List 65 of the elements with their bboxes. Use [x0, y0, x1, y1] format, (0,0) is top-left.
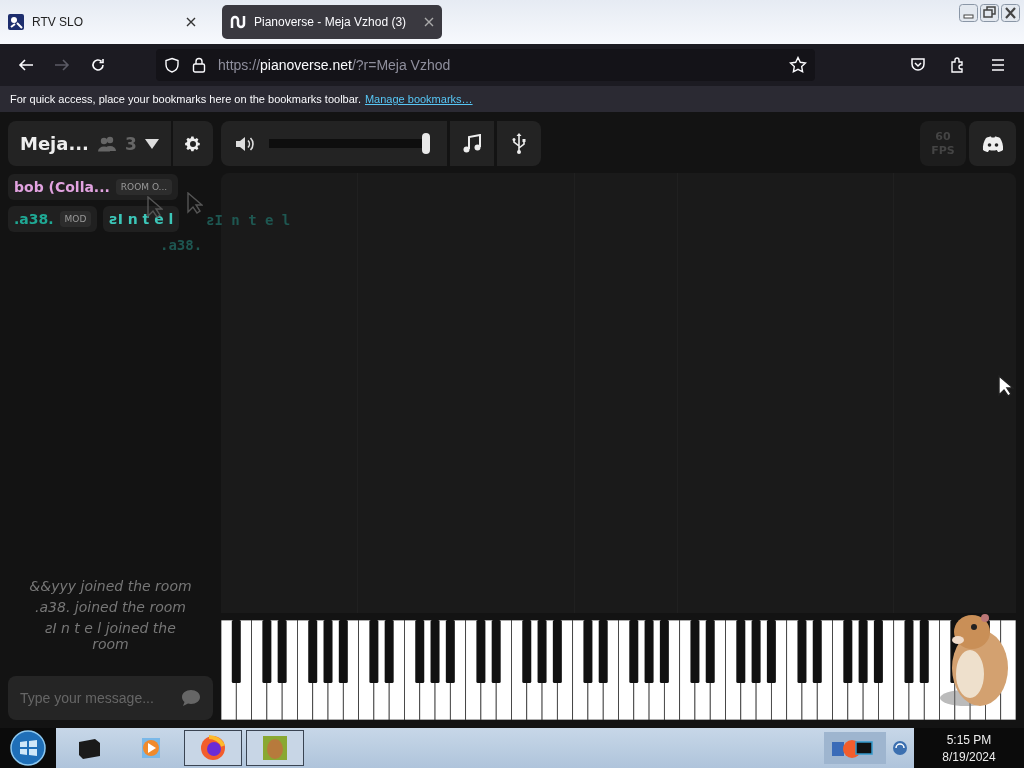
chat-message: ƨI n t e l joined the room	[44, 620, 177, 652]
chat-message: &&yyy joined the room	[29, 578, 192, 594]
message-field[interactable]: Type your message...	[8, 676, 213, 720]
clock[interactable]: 5:15 PM 8/19/2024	[914, 728, 1024, 768]
chat-message: .a38. joined the room	[35, 599, 186, 615]
cursor-label: ƨI n t e l	[206, 212, 291, 228]
room-selector[interactable]: Meja... 3	[8, 121, 171, 166]
tray-icons[interactable]	[824, 732, 886, 764]
settings-button[interactable]	[172, 121, 213, 166]
start-orb-icon	[10, 730, 46, 766]
close-icon[interactable]	[186, 17, 196, 27]
volume-control[interactable]	[221, 121, 447, 166]
usb-button[interactable]	[497, 121, 541, 166]
bookmarks-hint: For quick access, place your bookmarks here on the bookmarks toolbar.	[10, 93, 361, 105]
user-chip[interactable]: bob (Colla... ROOM O...	[8, 174, 179, 200]
manage-bookmarks-link[interactable]: Manage bookmarks…	[364, 93, 473, 105]
browser-icon	[199, 734, 227, 762]
taskbar-item[interactable]	[246, 730, 304, 766]
back-icon[interactable]	[18, 57, 34, 73]
menu-icon[interactable]	[990, 57, 1006, 73]
user-name: ƨI n t e l	[109, 211, 174, 227]
user-name: bob (Colla...	[14, 179, 110, 195]
pocket-icon[interactable]	[910, 57, 926, 73]
browser-tab[interactable]: Pianoverse - Meja Vzhod (3)	[222, 5, 442, 39]
cursor-icon	[998, 375, 1014, 397]
reload-icon[interactable]	[90, 57, 106, 73]
network-icon[interactable]	[892, 740, 908, 756]
usb-icon	[512, 132, 526, 155]
shield-icon	[164, 57, 180, 73]
role-badge: ROOM O...	[115, 179, 173, 195]
user-count: 3	[124, 133, 137, 154]
close-icon[interactable]	[1001, 4, 1020, 22]
role-badge: MOD	[59, 211, 92, 227]
clock-time: 5:15 PM	[946, 732, 992, 747]
cursor-label: .a38.	[160, 237, 203, 253]
slider-thumb[interactable]	[421, 133, 430, 154]
forward-icon[interactable]	[54, 57, 70, 73]
start-button[interactable]	[0, 728, 56, 768]
cursor-icon	[147, 196, 163, 218]
piano-keyboard-drawing[interactable]	[221, 620, 1016, 720]
speaker-icon	[235, 135, 255, 152]
close-icon[interactable]	[424, 17, 434, 27]
lock-icon	[192, 57, 206, 73]
user-chip[interactable]: .a38. MOD	[8, 206, 98, 232]
music-button[interactable]	[450, 121, 494, 166]
puzzle-icon[interactable]	[950, 57, 966, 73]
settings-icon	[183, 134, 202, 153]
taskbar-item[interactable]	[184, 730, 242, 766]
user-name: .a38.	[14, 211, 54, 227]
user-chip[interactable]: ƨI n t e l	[103, 206, 180, 232]
users-icon	[96, 135, 117, 152]
cursor-icon	[187, 192, 203, 214]
game-controller-icon[interactable]	[981, 135, 1004, 152]
speech-bubble-icon[interactable]	[181, 689, 201, 707]
browser-tab[interactable]: RTV SLO	[0, 5, 204, 39]
music-note-icon	[462, 133, 482, 154]
star-icon[interactable]	[789, 56, 807, 74]
discord-button[interactable]	[969, 121, 1016, 166]
caret-icon	[144, 138, 159, 149]
address-field[interactable]: https://pianoverse.net/?r=Meja Vzhod	[156, 49, 815, 81]
site-logo-icon	[230, 14, 246, 30]
clock-date: 8/19/2024	[942, 749, 996, 764]
app-icon	[261, 734, 289, 762]
site-logo-icon	[8, 14, 24, 30]
restore-icon[interactable]	[980, 4, 999, 22]
